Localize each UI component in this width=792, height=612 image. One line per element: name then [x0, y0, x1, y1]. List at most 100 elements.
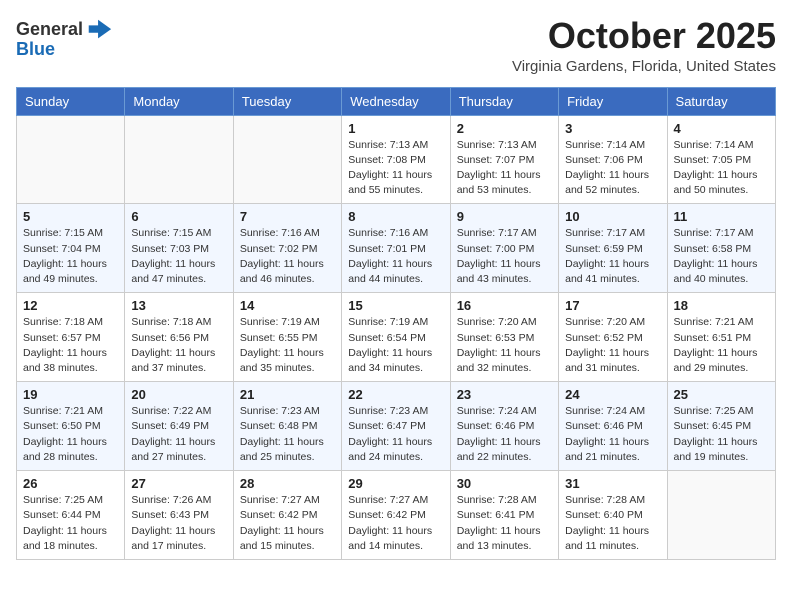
day-info: Sunrise: 7:23 AM Sunset: 6:47 PM Dayligh… — [348, 404, 443, 465]
calendar-cell: 7Sunrise: 7:16 AM Sunset: 7:02 PM Daylig… — [233, 204, 341, 293]
day-number: 18 — [674, 298, 769, 313]
day-info: Sunrise: 7:16 AM Sunset: 7:02 PM Dayligh… — [240, 226, 335, 287]
day-info: Sunrise: 7:27 AM Sunset: 6:42 PM Dayligh… — [348, 493, 443, 554]
day-info: Sunrise: 7:19 AM Sunset: 6:55 PM Dayligh… — [240, 315, 335, 376]
day-number: 13 — [131, 298, 226, 313]
day-number: 11 — [674, 209, 769, 224]
day-info: Sunrise: 7:14 AM Sunset: 7:06 PM Dayligh… — [565, 138, 660, 199]
calendar-cell: 13Sunrise: 7:18 AM Sunset: 6:56 PM Dayli… — [125, 293, 233, 382]
calendar-week-2: 5 Sunrise: 7:15 AM Sunset: 7:04 PM Daylig… — [17, 204, 776, 293]
day-number: 27 — [131, 476, 226, 491]
calendar-cell: 22Sunrise: 7:23 AM Sunset: 6:47 PM Dayli… — [342, 382, 450, 471]
day-number: 5 — [23, 209, 118, 224]
calendar-cell: 18 Sunrise: 7:21 AM Sunset: 6:51 PM Dayli… — [667, 293, 775, 382]
calendar-cell: 6 Sunrise: 7:15 AM Sunset: 7:03 PM Daylig… — [125, 204, 233, 293]
calendar-cell: 29 Sunrise: 7:27 AM Sunset: 6:42 PM Dayli… — [342, 471, 450, 560]
day-number: 6 — [131, 209, 226, 224]
calendar-table: SundayMondayTuesdayWednesdayThursdayFrid… — [16, 87, 776, 560]
day-number: 8 — [348, 209, 443, 224]
logo-general: General — [16, 20, 83, 40]
day-info: Sunrise: 7:28 AM Sunset: 6:41 PM Dayligh… — [457, 493, 552, 554]
calendar-cell: 20 Sunrise: 7:22 AM Sunset: 6:49 PM Dayli… — [125, 382, 233, 471]
calendar-cell: 27Sunrise: 7:26 AM Sunset: 6:43 PM Dayli… — [125, 471, 233, 560]
calendar-week-5: 26 Sunrise: 7:25 AM Sunset: 6:44 PM Dayli… — [17, 471, 776, 560]
calendar-cell: 10Sunrise: 7:17 AM Sunset: 6:59 PM Dayli… — [559, 204, 667, 293]
day-info: Sunrise: 7:21 AM Sunset: 6:51 PM Dayligh… — [674, 315, 769, 376]
calendar-cell — [233, 115, 341, 204]
day-info: Sunrise: 7:19 AM Sunset: 6:54 PM Dayligh… — [348, 315, 443, 376]
day-info: Sunrise: 7:17 AM Sunset: 6:59 PM Dayligh… — [565, 226, 660, 287]
day-number: 19 — [23, 387, 118, 402]
day-number: 12 — [23, 298, 118, 313]
day-number: 24 — [565, 387, 660, 402]
logo: General Blue — [16, 16, 113, 60]
day-number: 1 — [348, 121, 443, 136]
day-number: 25 — [674, 387, 769, 402]
day-info: Sunrise: 7:24 AM Sunset: 6:46 PM Dayligh… — [565, 404, 660, 465]
day-number: 20 — [131, 387, 226, 402]
calendar-cell: 4 Sunrise: 7:14 AM Sunset: 7:05 PM Daylig… — [667, 115, 775, 204]
day-number: 14 — [240, 298, 335, 313]
weekday-tuesday: Tuesday — [233, 87, 341, 115]
weekday-wednesday: Wednesday — [342, 87, 450, 115]
day-number: 31 — [565, 476, 660, 491]
day-info: Sunrise: 7:25 AM Sunset: 6:44 PM Dayligh… — [23, 493, 118, 554]
calendar-week-4: 19 Sunrise: 7:21 AM Sunset: 6:50 PM Dayli… — [17, 382, 776, 471]
day-info: Sunrise: 7:17 AM Sunset: 7:00 PM Dayligh… — [457, 226, 552, 287]
calendar-cell: 9 Sunrise: 7:17 AM Sunset: 7:00 PM Daylig… — [450, 204, 558, 293]
day-info: Sunrise: 7:17 AM Sunset: 6:58 PM Dayligh… — [674, 226, 769, 287]
day-info: Sunrise: 7:16 AM Sunset: 7:01 PM Dayligh… — [348, 226, 443, 287]
calendar-cell: 3 Sunrise: 7:14 AM Sunset: 7:06 PM Daylig… — [559, 115, 667, 204]
day-info: Sunrise: 7:15 AM Sunset: 7:03 PM Dayligh… — [131, 226, 226, 287]
day-info: Sunrise: 7:28 AM Sunset: 6:40 PM Dayligh… — [565, 493, 660, 554]
day-number: 29 — [348, 476, 443, 491]
calendar-cell: 17 Sunrise: 7:20 AM Sunset: 6:52 PM Dayli… — [559, 293, 667, 382]
day-info: Sunrise: 7:22 AM Sunset: 6:49 PM Dayligh… — [131, 404, 226, 465]
calendar-body: 1Sunrise: 7:13 AM Sunset: 7:08 PM Daylig… — [17, 115, 776, 559]
page-header: General Blue October 2025 Virginia Garde… — [16, 16, 776, 75]
day-number: 23 — [457, 387, 552, 402]
calendar-cell: 16Sunrise: 7:20 AM Sunset: 6:53 PM Dayli… — [450, 293, 558, 382]
logo-icon — [85, 16, 113, 44]
calendar-cell: 8 Sunrise: 7:16 AM Sunset: 7:01 PM Daylig… — [342, 204, 450, 293]
weekday-monday: Monday — [125, 87, 233, 115]
calendar-cell — [125, 115, 233, 204]
day-number: 3 — [565, 121, 660, 136]
day-info: Sunrise: 7:24 AM Sunset: 6:46 PM Dayligh… — [457, 404, 552, 465]
calendar-cell: 19 Sunrise: 7:21 AM Sunset: 6:50 PM Dayli… — [17, 382, 125, 471]
calendar-cell: 31 Sunrise: 7:28 AM Sunset: 6:40 PM Dayli… — [559, 471, 667, 560]
day-info: Sunrise: 7:15 AM Sunset: 7:04 PM Dayligh… — [23, 226, 118, 287]
day-number: 16 — [457, 298, 552, 313]
title-block: October 2025 Virginia Gardens, Florida, … — [512, 16, 776, 75]
calendar-cell: 2 Sunrise: 7:13 AM Sunset: 7:07 PM Daylig… — [450, 115, 558, 204]
day-info: Sunrise: 7:23 AM Sunset: 6:48 PM Dayligh… — [240, 404, 335, 465]
calendar-cell: 15 Sunrise: 7:19 AM Sunset: 6:54 PM Dayli… — [342, 293, 450, 382]
day-info: Sunrise: 7:14 AM Sunset: 7:05 PM Dayligh… — [674, 138, 769, 199]
weekday-friday: Friday — [559, 87, 667, 115]
location: Virginia Gardens, Florida, United States — [512, 58, 776, 75]
weekday-thursday: Thursday — [450, 87, 558, 115]
calendar-cell: 14 Sunrise: 7:19 AM Sunset: 6:55 PM Dayli… — [233, 293, 341, 382]
day-info: Sunrise: 7:20 AM Sunset: 6:52 PM Dayligh… — [565, 315, 660, 376]
day-info: Sunrise: 7:25 AM Sunset: 6:45 PM Dayligh… — [674, 404, 769, 465]
calendar-cell — [667, 471, 775, 560]
day-number: 4 — [674, 121, 769, 136]
weekday-sunday: Sunday — [17, 87, 125, 115]
calendar-cell: 25 Sunrise: 7:25 AM Sunset: 6:45 PM Dayli… — [667, 382, 775, 471]
day-number: 26 — [23, 476, 118, 491]
day-number: 15 — [348, 298, 443, 313]
day-number: 2 — [457, 121, 552, 136]
calendar-cell: 30Sunrise: 7:28 AM Sunset: 6:41 PM Dayli… — [450, 471, 558, 560]
calendar-cell: 1Sunrise: 7:13 AM Sunset: 7:08 PM Daylig… — [342, 115, 450, 204]
day-info: Sunrise: 7:18 AM Sunset: 6:57 PM Dayligh… — [23, 315, 118, 376]
calendar-cell: 12 Sunrise: 7:18 AM Sunset: 6:57 PM Dayli… — [17, 293, 125, 382]
calendar-cell: 5 Sunrise: 7:15 AM Sunset: 7:04 PM Daylig… — [17, 204, 125, 293]
calendar-cell: 26 Sunrise: 7:25 AM Sunset: 6:44 PM Dayli… — [17, 471, 125, 560]
day-number: 21 — [240, 387, 335, 402]
day-number: 9 — [457, 209, 552, 224]
day-info: Sunrise: 7:13 AM Sunset: 7:07 PM Dayligh… — [457, 138, 552, 199]
day-number: 17 — [565, 298, 660, 313]
day-info: Sunrise: 7:27 AM Sunset: 6:42 PM Dayligh… — [240, 493, 335, 554]
month-title: October 2025 — [512, 16, 776, 56]
day-info: Sunrise: 7:21 AM Sunset: 6:50 PM Dayligh… — [23, 404, 118, 465]
